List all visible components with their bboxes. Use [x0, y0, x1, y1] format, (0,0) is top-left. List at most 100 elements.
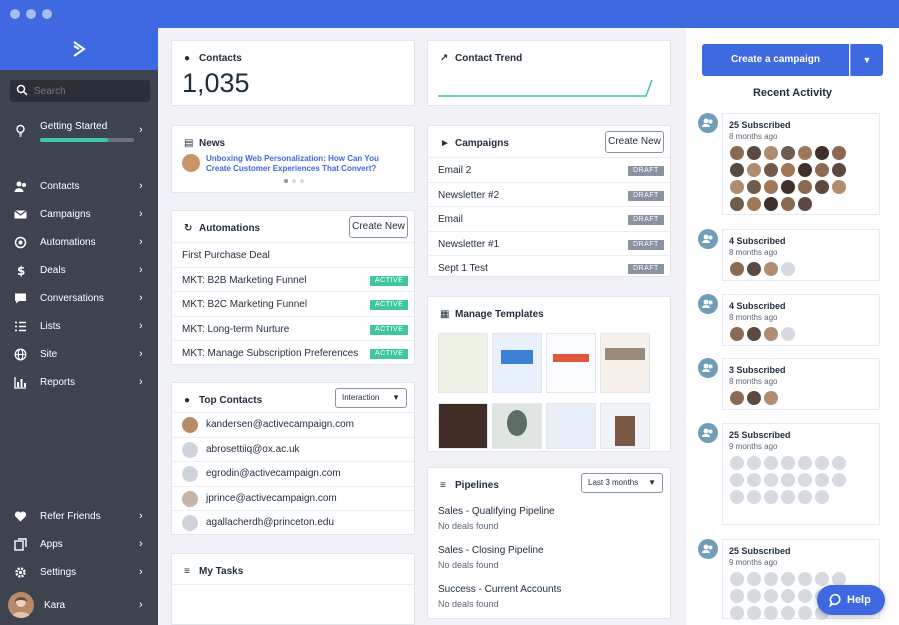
avatar[interactable] [730, 391, 744, 405]
avatar[interactable] [747, 327, 761, 341]
contact-row[interactable]: agallacherdh@princeton.edu [172, 510, 414, 535]
avatar[interactable] [798, 572, 812, 586]
contact-row[interactable]: egrodin@activecampaign.com [172, 461, 414, 486]
sidebar-item-site[interactable]: Site › [0, 342, 158, 368]
avatar[interactable] [798, 473, 812, 487]
sidebar-item-reports[interactable]: Reports › [0, 370, 158, 396]
avatar[interactable] [8, 592, 34, 618]
avatar[interactable] [730, 456, 744, 470]
avatar[interactable] [747, 197, 761, 211]
avatar[interactable] [832, 473, 846, 487]
avatar[interactable] [747, 391, 761, 405]
avatar[interactable] [764, 180, 778, 194]
avatar[interactable] [798, 146, 812, 160]
avatar[interactable] [730, 490, 744, 504]
avatar[interactable] [798, 163, 812, 177]
sidebar-item-deals[interactable]: $ Deals › [0, 258, 158, 284]
avatar[interactable] [747, 180, 761, 194]
avatar[interactable] [781, 146, 795, 160]
avatar[interactable] [798, 180, 812, 194]
automation-row[interactable]: MKT: B2C Marketing Funnel ACTIVE [172, 291, 414, 316]
news-pager[interactable] [284, 179, 306, 184]
contact-row[interactable]: jprince@activecampaign.com [172, 485, 414, 511]
create-campaign-button[interactable]: Create a campaign [702, 44, 849, 76]
search-input[interactable] [34, 83, 144, 99]
avatar[interactable] [781, 490, 795, 504]
avatar[interactable] [815, 163, 829, 177]
avatar[interactable] [781, 262, 795, 276]
avatar[interactable] [764, 589, 778, 603]
pipelines-filter-select[interactable]: Last 3 months ▼ [581, 473, 663, 493]
avatar[interactable] [832, 456, 846, 470]
avatar[interactable] [730, 197, 744, 211]
activity-card[interactable]: 4 Subscribed 8 months ago [722, 294, 880, 346]
avatar[interactable] [781, 589, 795, 603]
avatar[interactable] [815, 490, 829, 504]
campaign-row[interactable]: Sept 1 Test DRAFT [428, 255, 670, 280]
template-thumbnail[interactable] [546, 403, 596, 449]
avatar[interactable] [747, 163, 761, 177]
avatar[interactable] [764, 327, 778, 341]
contact-trend-card[interactable]: ↗ Contact Trend [427, 40, 671, 106]
sidebar-item-automations[interactable]: Automations › [0, 230, 158, 256]
sidebar-item-refer-friends[interactable]: Refer Friends › [0, 504, 158, 530]
sidebar-item-conversations[interactable]: Conversations › [0, 286, 158, 312]
avatar[interactable] [730, 327, 744, 341]
avatar[interactable] [781, 606, 795, 620]
avatar[interactable] [730, 473, 744, 487]
pipeline-row[interactable]: Sales - Closing Pipeline No deals found [428, 541, 670, 577]
activity-card[interactable]: 4 Subscribed 8 months ago [722, 229, 880, 281]
avatar[interactable] [781, 180, 795, 194]
sidebar-item-lists[interactable]: Lists › [0, 314, 158, 340]
window-maximize-dot[interactable] [42, 9, 52, 19]
sidebar-item-contacts[interactable]: Contacts › [0, 174, 158, 200]
campaign-row[interactable]: Email 2 DRAFT [428, 157, 670, 182]
contacts-card[interactable]: ● Contacts 1,035 [171, 40, 415, 106]
avatar[interactable] [730, 163, 744, 177]
avatar[interactable] [764, 163, 778, 177]
contact-row[interactable]: abrosettiiq@ox.ac.uk [172, 436, 414, 462]
avatar[interactable] [764, 606, 778, 620]
news-headline-link[interactable]: Unboxing Web Personalization: How Can Yo… [206, 154, 406, 174]
pipeline-row[interactable]: Sales - Qualifying Pipeline No deals foun… [428, 502, 670, 538]
sidebar-item-campaigns[interactable]: Campaigns › [0, 202, 158, 228]
avatar[interactable] [815, 146, 829, 160]
create-campaign-dropdown-button[interactable]: ▼ [850, 44, 883, 76]
activecampaign-logo-icon[interactable] [72, 41, 86, 57]
avatar[interactable] [730, 180, 744, 194]
avatar[interactable] [815, 572, 829, 586]
avatar[interactable] [798, 490, 812, 504]
window-close-dot[interactable] [10, 9, 20, 19]
avatar[interactable] [730, 589, 744, 603]
top-contacts-filter-select[interactable]: Interaction ▼ [335, 388, 407, 408]
help-button[interactable]: Help [817, 585, 885, 615]
avatar[interactable] [764, 456, 778, 470]
avatar[interactable] [764, 391, 778, 405]
avatar[interactable] [764, 262, 778, 276]
avatar[interactable] [815, 456, 829, 470]
avatar[interactable] [815, 473, 829, 487]
pipeline-row[interactable]: Success - Current Accounts No deals found [428, 580, 670, 616]
activity-card[interactable]: 3 Subscribed 8 months ago [722, 358, 880, 410]
template-thumbnail[interactable] [492, 403, 542, 449]
avatar[interactable] [764, 490, 778, 504]
avatar[interactable] [781, 197, 795, 211]
avatar[interactable] [747, 572, 761, 586]
template-thumbnail[interactable] [438, 403, 488, 449]
avatar[interactable] [781, 456, 795, 470]
campaign-row[interactable]: Newsletter #1 DRAFT [428, 230, 670, 256]
news-card[interactable]: ▤ News Unboxing Web Personalization: How … [171, 125, 415, 193]
avatar[interactable] [781, 163, 795, 177]
avatar[interactable] [781, 572, 795, 586]
avatar[interactable] [798, 197, 812, 211]
avatar[interactable] [747, 589, 761, 603]
avatar[interactable] [764, 146, 778, 160]
avatar[interactable] [781, 327, 795, 341]
avatar[interactable] [764, 473, 778, 487]
automation-row[interactable]: MKT: B2B Marketing Funnel ACTIVE [172, 266, 414, 292]
avatar[interactable] [747, 456, 761, 470]
automation-row[interactable]: MKT: Long-term Nurture ACTIVE [172, 315, 414, 341]
avatar[interactable] [747, 473, 761, 487]
avatar[interactable] [730, 572, 744, 586]
search-box[interactable] [10, 80, 150, 102]
